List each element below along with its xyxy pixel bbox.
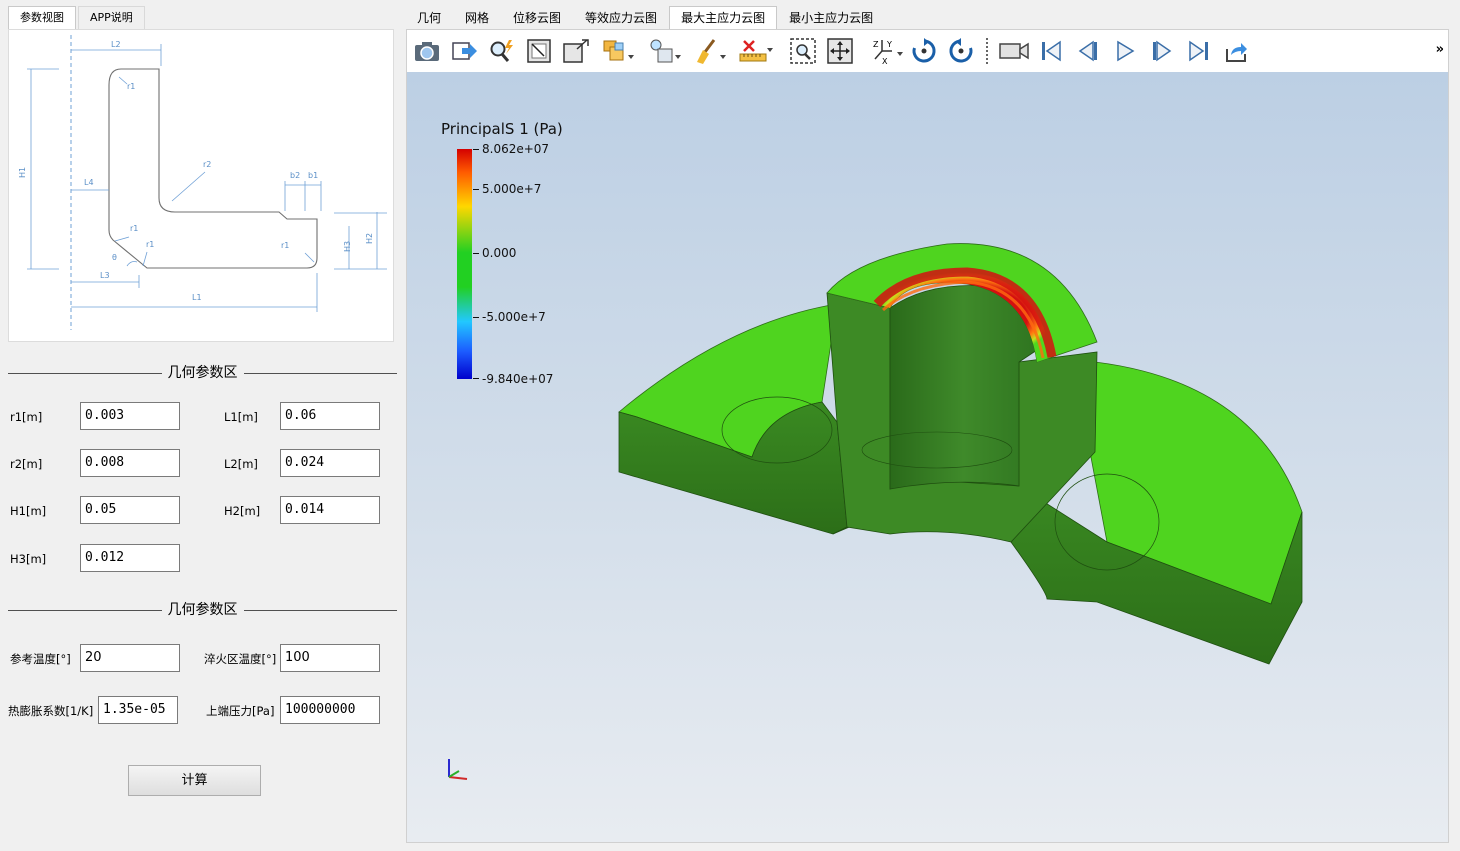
zoom-box-icon[interactable] — [561, 36, 591, 66]
first-frame-icon[interactable] — [1036, 36, 1066, 66]
sketch-label-r1-bottom: r1 — [146, 240, 154, 249]
r2-input[interactable]: 0.008 — [80, 449, 180, 477]
sketch-label-r1-top: r1 — [127, 82, 135, 91]
param-label-l2: L2[m] — [224, 457, 258, 471]
play-icon[interactable] — [1110, 36, 1140, 66]
representation-icon[interactable] — [600, 36, 636, 66]
sketch-label-r1-inner: r1 — [130, 224, 138, 233]
tab-mesh[interactable]: 网格 — [453, 6, 501, 29]
rotate-cw-icon[interactable] — [909, 36, 939, 66]
fit-all-icon[interactable] — [825, 36, 855, 66]
reference-temperature-input[interactable]: 20 — [80, 644, 180, 672]
param-label-r2: r2[m] — [10, 457, 43, 471]
orientation-axes-icon — [448, 759, 468, 780]
share-icon[interactable] — [1221, 36, 1251, 66]
param-label-ref-temp: 参考温度[°] — [10, 652, 71, 666]
profile-drawing: L2 r1 H1 r2 L4 b2 b1 r1 r1 r1 θ H3 H2 L3… — [18, 35, 387, 330]
tab-geometry[interactable]: 几何 — [405, 6, 453, 29]
r1-input[interactable]: 0.003 — [80, 402, 180, 430]
sketch-label-h3: H3 — [343, 241, 352, 252]
l1-input[interactable]: 0.06 — [280, 402, 380, 430]
param-label-quench-temp: 淬火区温度[°] — [204, 652, 277, 666]
last-frame-icon[interactable] — [1184, 36, 1214, 66]
tab-min-principal[interactable]: 最小主应力云图 — [777, 6, 885, 29]
top-pressure-input[interactable]: 100000000 — [280, 696, 380, 724]
color-brush-icon[interactable] — [692, 36, 728, 66]
camera-icon[interactable] — [412, 36, 442, 66]
lighting-icon[interactable] — [647, 36, 683, 66]
tab-parameter-view[interactable]: 参数视图 — [8, 6, 76, 30]
sketch-label-theta: θ — [112, 253, 117, 262]
viewer-toolbar: ZYX » — [407, 30, 1448, 72]
tab-displacement[interactable]: 位移云图 — [501, 6, 573, 29]
render-canvas[interactable]: PrincipalS 1 (Pa) 8.062e+07 5.000e+7 0.0… — [407, 72, 1448, 842]
left-tab-bar: 参数视图 APP说明 — [8, 6, 147, 30]
h2-input[interactable]: 0.014 — [280, 496, 380, 524]
toolbar-overflow-button[interactable]: » — [1436, 42, 1444, 57]
ruler-icon[interactable] — [738, 36, 774, 66]
result-viewer: ZYX » PrincipalS 1 (Pa) 8.062e+07 5.000e… — [406, 29, 1449, 843]
prev-frame-icon[interactable] — [1073, 36, 1103, 66]
next-frame-icon[interactable] — [1147, 36, 1177, 66]
physics-section-header: 几何参数区 — [8, 600, 397, 620]
svg-text:X: X — [882, 57, 888, 65]
sketch-label-r1-right: r1 — [281, 241, 289, 250]
param-label-l1: L1[m] — [224, 410, 258, 424]
l2-input[interactable]: 0.024 — [280, 449, 380, 477]
sketch-label-h1: H1 — [18, 167, 27, 178]
tab-von-mises[interactable]: 等效应力云图 — [573, 6, 669, 29]
h3-input[interactable]: 0.012 — [80, 544, 180, 572]
sketch-label-b2: b2 — [290, 171, 300, 180]
sketch-label-l1: L1 — [192, 293, 202, 302]
svg-text:Y: Y — [886, 40, 892, 49]
sketch-label-r2: r2 — [203, 160, 211, 169]
param-label-h3: H3[m] — [10, 552, 47, 566]
thermal-expansion-input[interactable]: 1.35e-05 — [98, 696, 178, 724]
sketch-label-l3: L3 — [100, 271, 110, 280]
geometry-section-header: 几何参数区 — [8, 363, 397, 383]
tab-max-principal[interactable]: 最大主应力云图 — [669, 6, 778, 30]
h1-input[interactable]: 0.05 — [80, 496, 180, 524]
quench-temperature-input[interactable]: 100 — [280, 644, 380, 672]
param-label-expansion: 热膨胀系数[1/K] — [8, 704, 94, 718]
tab-app-description[interactable]: APP说明 — [78, 6, 145, 29]
physics-section-title: 几何参数区 — [161, 602, 244, 618]
result-tab-bar: 几何 网格 位移云图 等效应力云图 最大主应力云图 最小主应力云图 — [405, 6, 885, 30]
sketch-label-b1: b1 — [308, 171, 318, 180]
param-label-r1: r1[m] — [10, 410, 43, 424]
calculate-button[interactable]: 计算 — [128, 765, 261, 796]
sketch-label-l4: L4 — [84, 178, 94, 187]
param-label-pressure: 上端压力[Pa] — [206, 704, 275, 718]
parameter-sketch: L2 r1 H1 r2 L4 b2 b1 r1 r1 r1 θ H3 H2 L3… — [8, 29, 394, 342]
select-zoom-icon[interactable] — [788, 36, 818, 66]
video-camera-icon[interactable] — [997, 36, 1031, 66]
zoom-interact-icon[interactable] — [487, 36, 517, 66]
export-icon[interactable] — [450, 36, 480, 66]
rotate-ccw-icon[interactable] — [946, 36, 976, 66]
toolbar-separator — [986, 38, 988, 64]
stress-model-view — [618, 243, 1303, 665]
reset-view-icon[interactable] — [524, 36, 554, 66]
axes-orient-icon[interactable]: ZYX — [869, 36, 905, 66]
geometry-section-title: 几何参数区 — [161, 365, 244, 381]
param-label-h2: H2[m] — [224, 504, 261, 518]
sketch-label-h2: H2 — [365, 233, 374, 244]
param-label-h1: H1[m] — [10, 504, 47, 518]
sketch-label-l2: L2 — [111, 40, 121, 49]
svg-text:Z: Z — [873, 40, 879, 49]
